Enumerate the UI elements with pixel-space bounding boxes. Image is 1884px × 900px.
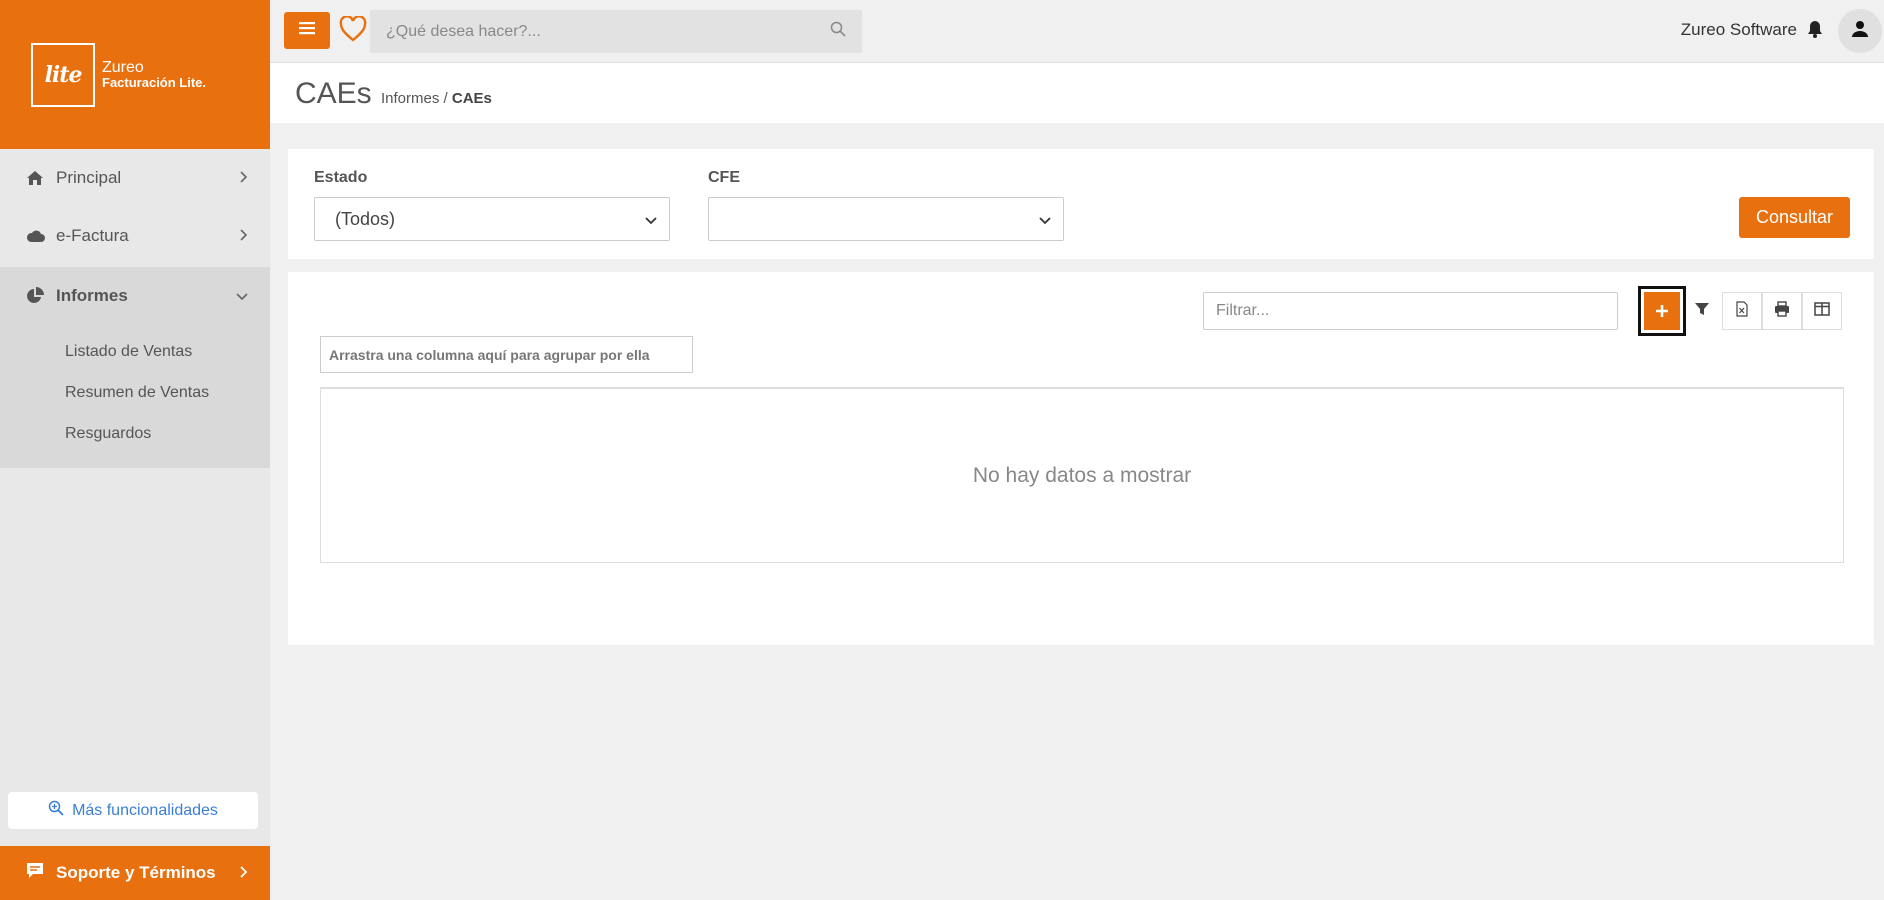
funnel-icon [1694,301,1710,322]
global-search [370,10,862,53]
menu-toggle-button[interactable] [284,12,330,49]
cfe-select[interactable] [708,197,1064,241]
consult-button[interactable]: Consultar [1739,197,1850,238]
estado-select-value: (Todos) [335,208,396,229]
excel-file-icon [1736,300,1748,322]
chevron-right-icon [240,863,248,883]
user-name[interactable]: Zureo Software [1681,20,1797,40]
group-panel[interactable]: Arrastra una columna aquí para agrupar p… [320,336,693,373]
estado-label: Estado [314,169,368,186]
columns-icon [1814,301,1830,321]
print-button[interactable] [1762,292,1802,330]
home-icon [26,170,48,186]
sidebar-subitem-resumen-ventas[interactable]: Resumen de Ventas [0,372,270,413]
support-terms-button[interactable]: Soporte y Términos [0,846,270,900]
chevron-right-icon [240,170,248,186]
breadcrumb-separator: / [439,90,452,107]
column-chooser-button[interactable] [1802,292,1842,330]
favorites-button[interactable] [336,14,370,48]
grid-panel: Arrastra una columna aquí para agrupar p… [288,272,1874,645]
avatar[interactable] [1838,9,1882,53]
hamburger-icon [299,21,315,40]
sidebar-item-informes[interactable]: Informes [0,267,270,325]
heart-icon [339,14,367,47]
plus-icon [1644,292,1680,330]
logo-product: Facturación Lite. [102,75,207,91]
search-icon[interactable] [830,21,846,42]
breadcrumb: Informes / CAEs [381,90,492,107]
data-grid: No hay datos a mostrar [320,387,1844,563]
chevron-down-icon [236,288,248,304]
pie-chart-icon [26,287,48,305]
top-bar: Zureo Software [270,0,1884,63]
sidebar-item-label: e-Factura [56,226,129,245]
sidebar-item-label: Informes [56,286,128,305]
informes-submenu: Listado de Ventas Resumen de Ventas Resg… [0,325,270,468]
logo-mark: lite [31,42,95,107]
sidebar-item-efactura[interactable]: e-Factura [0,207,270,265]
empty-message: No hay datos a mostrar [972,463,1192,487]
estado-select[interactable]: (Todos) [314,197,670,241]
breadcrumb-current: CAEs [451,90,492,107]
sidebar-item-label: Principal [56,168,122,187]
filter-button[interactable] [1682,292,1722,330]
page-title: CAEs [295,77,372,110]
export-excel-button[interactable] [1722,292,1762,330]
logo-company: Zureo [102,58,144,76]
sidebar-subitem-listado-ventas[interactable]: Listado de Ventas [0,331,270,372]
user-icon [1851,20,1869,43]
filters-panel: Estado (Todos) CFE Consultar [288,149,1874,259]
support-terms-label: Soporte y Términos [56,863,216,882]
logo-text: Zureo Facturación Lite. [102,59,206,91]
add-button[interactable] [1638,286,1686,336]
more-features-button[interactable]: Más funcionalidades [8,792,258,829]
breadcrumb-informes[interactable]: Informes [381,90,439,107]
notifications-button[interactable] [1803,19,1827,43]
chevron-down-icon [1039,209,1051,230]
page-header: CAEs Informes / CAEs [270,63,1884,123]
comment-icon [26,862,44,884]
printer-icon [1774,300,1790,322]
more-features-label: Más funcionalidades [72,801,218,819]
cloud-icon [26,229,48,243]
cfe-label: CFE [708,169,740,186]
sidebar-item-principal[interactable]: Principal [0,149,270,207]
global-search-input[interactable] [386,22,830,41]
zoom-in-icon [48,800,64,821]
logo[interactable]: lite Zureo Facturación Lite. [0,0,270,149]
bell-icon [1807,20,1823,43]
sidebar-subitem-resguardos[interactable]: Resguardos [0,413,270,454]
sidebar: lite Zureo Facturación Lite. Principal e… [0,0,270,900]
chevron-down-icon [645,209,657,230]
grid-filter-input[interactable] [1203,292,1618,330]
chevron-right-icon [240,228,248,244]
